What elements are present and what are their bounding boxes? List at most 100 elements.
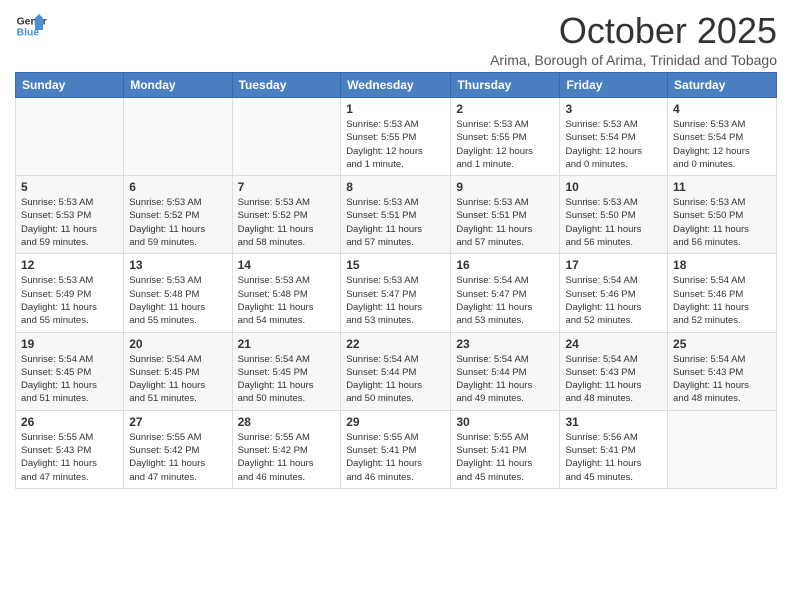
calendar-cell: 30Sunrise: 5:55 AMSunset: 5:41 PMDayligh… [451,410,560,488]
day-number: 8 [346,180,445,194]
weekday-header: Sunday [16,73,124,98]
day-info: Sunrise: 5:54 AMSunset: 5:44 PMDaylight:… [346,353,445,406]
day-info: Sunrise: 5:53 AMSunset: 5:55 PMDaylight:… [346,118,445,171]
day-number: 3 [565,102,662,116]
day-number: 16 [456,258,554,272]
day-number: 29 [346,415,445,429]
weekday-header: Wednesday [341,73,451,98]
weekday-header: Thursday [451,73,560,98]
calendar-cell: 28Sunrise: 5:55 AMSunset: 5:42 PMDayligh… [232,410,341,488]
day-info: Sunrise: 5:55 AMSunset: 5:41 PMDaylight:… [346,431,445,484]
day-number: 20 [129,337,226,351]
day-number: 22 [346,337,445,351]
day-number: 26 [21,415,118,429]
weekday-header: Monday [124,73,232,98]
day-info: Sunrise: 5:54 AMSunset: 5:45 PMDaylight:… [21,353,118,406]
day-number: 10 [565,180,662,194]
day-number: 7 [238,180,336,194]
calendar-cell: 17 Sunrise: 5:54 AMSunset: 5:46 PMDayligh… [560,254,668,332]
calendar-cell: 14 Sunrise: 5:53 AMSunset: 5:48 PMDayligh… [232,254,341,332]
day-info: Sunrise: 5:53 AMSunset: 5:48 PMDaylight:… [129,274,226,327]
logo-icon: General Blue [15,10,47,42]
calendar-cell: 21Sunrise: 5:54 AMSunset: 5:45 PMDayligh… [232,332,341,410]
calendar-cell: 26 Sunrise: 5:55 AMSunset: 5:43 PMDayligh… [16,410,124,488]
day-number: 18 [673,258,771,272]
calendar-cell: 19Sunrise: 5:54 AMSunset: 5:45 PMDayligh… [16,332,124,410]
weekday-header: Saturday [668,73,777,98]
calendar-cell: 10Sunrise: 5:53 AMSunset: 5:50 PMDayligh… [560,176,668,254]
calendar-cell: 3 Sunrise: 5:53 AMSunset: 5:54 PMDaylight… [560,98,668,176]
day-info: Sunrise: 5:53 AMSunset: 5:52 PMDaylight:… [238,196,336,249]
day-number: 23 [456,337,554,351]
day-number: 9 [456,180,554,194]
day-info: Sunrise: 5:54 AMSunset: 5:46 PMDaylight:… [673,274,771,327]
day-number: 12 [21,258,118,272]
calendar-cell: 7 Sunrise: 5:53 AMSunset: 5:52 PMDaylight… [232,176,341,254]
calendar-week-row: 19Sunrise: 5:54 AMSunset: 5:45 PMDayligh… [16,332,777,410]
day-info: Sunrise: 5:54 AMSunset: 5:44 PMDaylight:… [456,353,554,406]
weekday-header: Tuesday [232,73,341,98]
header: General Blue October 2025 Arima, Borough… [15,10,777,68]
day-number: 5 [21,180,118,194]
calendar-cell: 9Sunrise: 5:53 AMSunset: 5:51 PMDaylight… [451,176,560,254]
calendar-cell: 6Sunrise: 5:53 AMSunset: 5:52 PMDaylight… [124,176,232,254]
calendar-cell: 2 Sunrise: 5:53 AMSunset: 5:55 PMDaylight… [451,98,560,176]
day-info: Sunrise: 5:54 AMSunset: 5:47 PMDaylight:… [456,274,554,327]
day-number: 14 [238,258,336,272]
weekday-header: Friday [560,73,668,98]
calendar-cell: 29 Sunrise: 5:55 AMSunset: 5:41 PMDayligh… [341,410,451,488]
title-section: October 2025 Arima, Borough of Arima, Tr… [490,10,777,68]
calendar-week-row: 12Sunrise: 5:53 AMSunset: 5:49 PMDayligh… [16,254,777,332]
day-info: Sunrise: 5:55 AMSunset: 5:41 PMDaylight:… [456,431,554,484]
day-number: 2 [456,102,554,116]
day-info: Sunrise: 5:53 AMSunset: 5:54 PMDaylight:… [673,118,771,171]
calendar-cell: 18 Sunrise: 5:54 AMSunset: 5:46 PMDayligh… [668,254,777,332]
day-number: 4 [673,102,771,116]
calendar-cell: 20 Sunrise: 5:54 AMSunset: 5:45 PMDayligh… [124,332,232,410]
calendar-cell [668,410,777,488]
calendar-cell: 22 Sunrise: 5:54 AMSunset: 5:44 PMDayligh… [341,332,451,410]
day-number: 13 [129,258,226,272]
day-info: Sunrise: 5:53 AMSunset: 5:48 PMDaylight:… [238,274,336,327]
calendar-cell: 15 Sunrise: 5:53 AMSunset: 5:47 PMDayligh… [341,254,451,332]
day-number: 15 [346,258,445,272]
calendar-cell [124,98,232,176]
day-info: Sunrise: 5:53 AMSunset: 5:47 PMDaylight:… [346,274,445,327]
day-info: Sunrise: 5:55 AMSunset: 5:42 PMDaylight:… [238,431,336,484]
day-number: 25 [673,337,771,351]
day-number: 6 [129,180,226,194]
calendar-week-row: 5 Sunrise: 5:53 AMSunset: 5:53 PMDaylight… [16,176,777,254]
calendar-cell: 24Sunrise: 5:54 AMSunset: 5:43 PMDayligh… [560,332,668,410]
day-info: Sunrise: 5:54 AMSunset: 5:46 PMDaylight:… [565,274,662,327]
calendar-cell: 16 Sunrise: 5:54 AMSunset: 5:47 PMDayligh… [451,254,560,332]
day-number: 21 [238,337,336,351]
day-info: Sunrise: 5:53 AMSunset: 5:55 PMDaylight:… [456,118,554,171]
calendar-week-row: 1 Sunrise: 5:53 AMSunset: 5:55 PMDaylight… [16,98,777,176]
calendar-cell [232,98,341,176]
day-number: 17 [565,258,662,272]
calendar-cell: 13 Sunrise: 5:53 AMSunset: 5:48 PMDayligh… [124,254,232,332]
calendar-cell: 4 Sunrise: 5:53 AMSunset: 5:54 PMDaylight… [668,98,777,176]
day-number: 27 [129,415,226,429]
calendar-week-row: 26 Sunrise: 5:55 AMSunset: 5:43 PMDayligh… [16,410,777,488]
calendar-cell: 11Sunrise: 5:53 AMSunset: 5:50 PMDayligh… [668,176,777,254]
calendar-cell: 31Sunrise: 5:56 AMSunset: 5:41 PMDayligh… [560,410,668,488]
day-info: Sunrise: 5:55 AMSunset: 5:43 PMDaylight:… [21,431,118,484]
calendar-cell: 5 Sunrise: 5:53 AMSunset: 5:53 PMDaylight… [16,176,124,254]
month-title: October 2025 [490,10,777,52]
logo: General Blue [15,10,47,42]
day-info: Sunrise: 5:55 AMSunset: 5:42 PMDaylight:… [129,431,226,484]
day-number: 31 [565,415,662,429]
day-number: 1 [346,102,445,116]
calendar-cell: 23 Sunrise: 5:54 AMSunset: 5:44 PMDayligh… [451,332,560,410]
subtitle: Arima, Borough of Arima, Trinidad and To… [490,52,777,68]
day-number: 24 [565,337,662,351]
calendar-cell: 1 Sunrise: 5:53 AMSunset: 5:55 PMDaylight… [341,98,451,176]
calendar-table: SundayMondayTuesdayWednesdayThursdayFrid… [15,72,777,489]
day-number: 11 [673,180,771,194]
day-info: Sunrise: 5:53 AMSunset: 5:53 PMDaylight:… [21,196,118,249]
day-info: Sunrise: 5:53 AMSunset: 5:54 PMDaylight:… [565,118,662,171]
day-info: Sunrise: 5:54 AMSunset: 5:45 PMDaylight:… [129,353,226,406]
calendar-cell [16,98,124,176]
calendar-cell: 27 Sunrise: 5:55 AMSunset: 5:42 PMDayligh… [124,410,232,488]
